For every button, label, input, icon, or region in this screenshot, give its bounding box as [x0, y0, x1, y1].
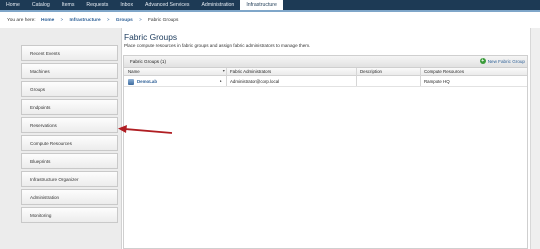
tab-infrastructure[interactable]: Infrastructure [240, 0, 283, 10]
sidebar-item-groups[interactable]: Groups [21, 81, 118, 97]
breadcrumb-current: Fabric Groups [147, 18, 179, 23]
sidebar-item-label: Infrastructure Organizer [30, 176, 79, 182]
sidebar-item-reservations[interactable]: Reservations [21, 117, 118, 133]
sidebar-item-monitoring[interactable]: Monitoring [21, 207, 118, 223]
sidebar-item-label: Administration [30, 194, 60, 200]
sidebar-item-blueprints[interactable]: Blueprints [21, 153, 118, 169]
table-row[interactable]: DemoLab ▸ Administrator@corp.local Rampo… [124, 76, 527, 87]
new-fabric-group-button[interactable]: + New Fabric Group [479, 58, 525, 64]
fabric-groups-grid: Fabric Groups (1) + New Fabric Group Nam… [123, 55, 528, 249]
grid-column-headers: Name ▼ Fabric Administrators Description… [124, 68, 527, 76]
tab-requests[interactable]: Requests [80, 0, 114, 10]
grid-header: Fabric Groups (1) + New Fabric Group [124, 56, 527, 68]
tab-items[interactable]: Items [56, 0, 81, 10]
breadcrumb-home[interactable]: Home [41, 18, 54, 23]
tab-home[interactable]: Home [0, 0, 26, 10]
sidebar-item-label: Reservations [30, 122, 57, 128]
sidebar-item-infrastructure-organizer[interactable]: Infrastructure Organizer [21, 171, 118, 187]
add-icon: + [479, 58, 486, 64]
compute-resources-value: Rampote HQ [424, 79, 450, 84]
grid-title: Fabric Groups (1) [130, 59, 166, 64]
sidebar-item-label: Machines [30, 68, 50, 74]
breadcrumb-separator: > [106, 17, 110, 22]
annotation-arrow [118, 125, 173, 134]
fabric-administrators-value: Administrator@corp.local [230, 79, 280, 84]
fabric-group-name-link[interactable]: DemoLab [137, 79, 157, 84]
sidebar-item-label: Monitoring [30, 212, 52, 218]
row-actions-icon[interactable]: ▸ [220, 79, 222, 83]
column-header-compute-resources[interactable]: Compute Resources [424, 69, 464, 74]
tab-inbox[interactable]: Inbox [114, 0, 139, 10]
sidebar-item-label: Recent Events [30, 50, 60, 56]
sidebar-item-label: Compute Resources [30, 140, 72, 146]
tab-advanced-services[interactable]: Advanced Services [139, 0, 195, 10]
page-title: Fabric Groups [124, 32, 178, 42]
breadcrumb-prefix: You are here: [7, 18, 36, 23]
breadcrumb-groups[interactable]: Groups [116, 18, 133, 23]
nav-accent-strip [0, 10, 540, 12]
sidebar-item-label: Blueprints [30, 158, 51, 164]
sidebar-nav: Recent Events Machines Groups Endpoints … [21, 45, 118, 225]
fabric-group-icon [128, 79, 134, 85]
page-description: Place compute resources in fabric groups… [124, 43, 311, 48]
breadcrumb-infrastructure[interactable]: Infrastructure [69, 18, 100, 23]
sidebar-item-administration[interactable]: Administration [21, 189, 118, 205]
sidebar-item-compute-resources[interactable]: Compute Resources [21, 135, 118, 151]
tab-catalog[interactable]: Catalog [26, 0, 56, 10]
sidebar-item-label: Endpoints [30, 104, 51, 110]
sidebar-item-machines[interactable]: Machines [21, 63, 118, 79]
right-panel [530, 28, 540, 249]
sidebar-item-endpoints[interactable]: Endpoints [21, 99, 118, 115]
column-header-fabric-administrators[interactable]: Fabric Administrators [230, 69, 271, 74]
breadcrumb: You are here: Home > Infrastructure > Gr… [7, 17, 178, 23]
column-header-name[interactable]: Name [128, 69, 140, 74]
new-fabric-group-label: New Fabric Group [487, 58, 525, 64]
sidebar-item-recent-events[interactable]: Recent Events [21, 45, 118, 61]
tab-administration[interactable]: Administration [195, 0, 240, 10]
sidebar-item-label: Groups [30, 86, 46, 92]
breadcrumb-separator: > [60, 17, 64, 22]
breadcrumb-separator: > [139, 17, 142, 22]
column-header-description[interactable]: Description [360, 69, 382, 74]
